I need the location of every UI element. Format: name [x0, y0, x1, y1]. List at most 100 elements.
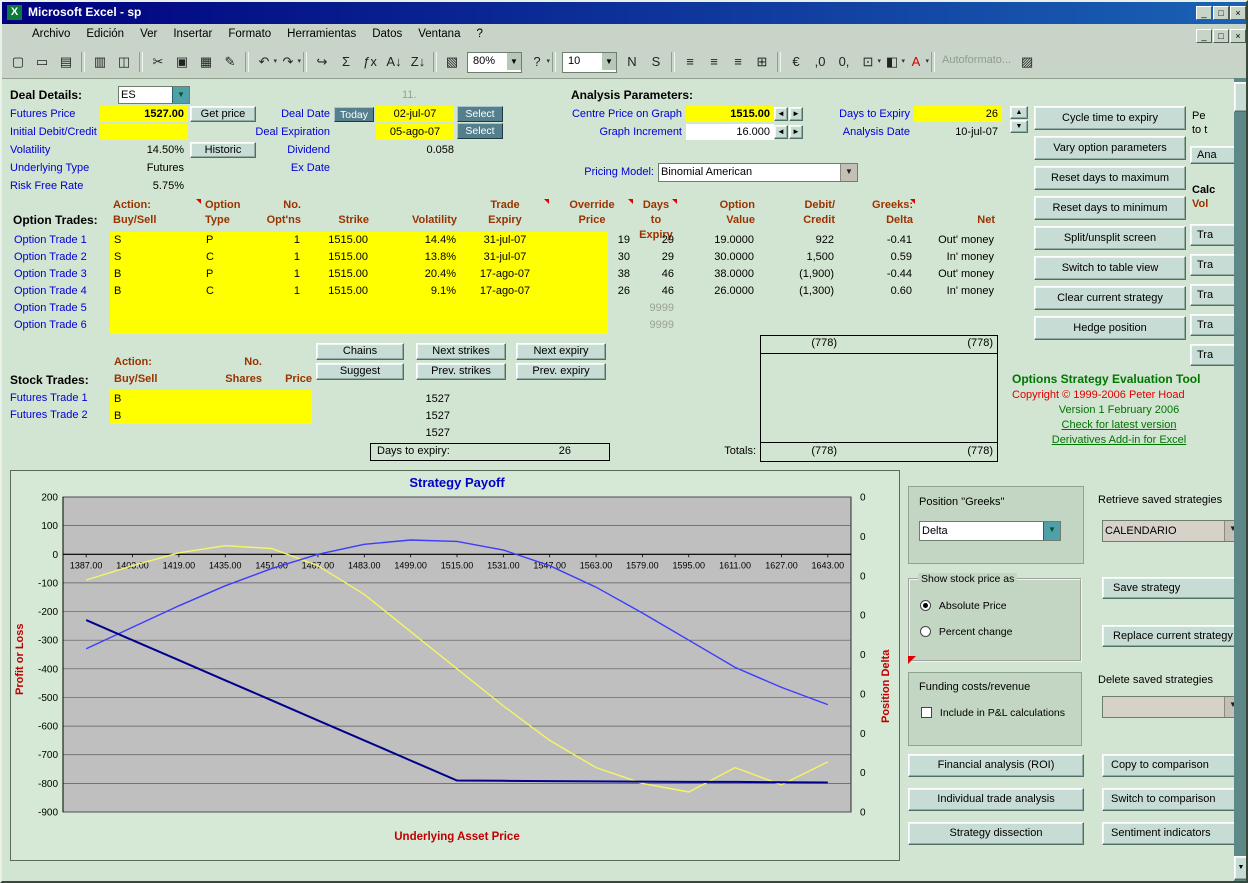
cell-action[interactable]: B	[110, 283, 202, 300]
chevron-down-icon[interactable]: ▼	[1224, 697, 1234, 717]
action-button-reset-days-to-minimum[interactable]: Reset days to minimum	[1034, 196, 1186, 220]
cell-num[interactable]: 1	[252, 249, 304, 266]
prev-expiry-button[interactable]: Prev. expiry	[516, 363, 606, 380]
increment-spin-left-icon[interactable]: ◄	[774, 125, 788, 139]
deal-detail-value[interactable]: 14.50%	[100, 142, 188, 158]
checkbox-icon[interactable]	[921, 707, 932, 718]
menu-item-herramientas[interactable]: Herramientas	[279, 24, 364, 44]
days-to-expiry-cell[interactable]: 26	[914, 106, 1002, 122]
sort-desc-icon[interactable]: Z↓	[407, 51, 429, 73]
function-icon[interactable]: ƒx	[359, 51, 381, 73]
cell-expiry[interactable]: 31-jul-07	[460, 249, 550, 266]
edge-trade-button-5[interactable]: Tra	[1190, 344, 1234, 366]
workbook-restore-button[interactable]: □	[1213, 29, 1229, 43]
action-button-cycle-time-to-expiry[interactable]: Cycle time to expiry	[1034, 106, 1186, 130]
cell-type[interactable]: C	[202, 283, 252, 300]
autoformat-button[interactable]: Autoformato...	[942, 54, 1011, 66]
menu-item-archivo[interactable]: Archivo	[24, 24, 78, 44]
align-left-icon[interactable]: ≡	[679, 51, 701, 73]
cell-type[interactable]: P	[202, 266, 252, 283]
greeks-combo[interactable]: Delta ▼	[919, 521, 1061, 541]
cell-vol[interactable]: 9.1%	[372, 283, 460, 300]
cell-sp[interactable]	[550, 266, 608, 283]
cell-expiry[interactable]	[460, 317, 550, 334]
today-button[interactable]: Today	[334, 107, 374, 122]
centre-spin-left-icon[interactable]: ◄	[774, 107, 788, 121]
cell-strike[interactable]: 1515.00	[304, 283, 372, 300]
decrease-decimal-icon[interactable]: 0,	[833, 51, 855, 73]
cell-num[interactable]	[252, 317, 304, 334]
workbook-minimize-button[interactable]: _	[1196, 29, 1212, 43]
cell-sp[interactable]	[550, 317, 608, 334]
copy-icon[interactable]: ▣	[171, 51, 193, 73]
save-icon[interactable]: ▤	[55, 51, 77, 73]
cell-sp[interactable]	[550, 232, 608, 249]
cell-strike[interactable]: 1515.00	[304, 232, 372, 249]
menu-item-edicin[interactable]: Edición	[78, 24, 132, 44]
cut-icon[interactable]: ✂	[147, 51, 169, 73]
radio-absolute-price[interactable]: Absolute Price	[920, 600, 1007, 612]
cell-vol[interactable]: 14.4%	[372, 232, 460, 249]
next-expiry-button[interactable]: Next expiry	[516, 343, 606, 360]
menu-item-datos[interactable]: Datos	[364, 24, 410, 44]
suggest-button[interactable]: Suggest	[316, 363, 404, 380]
cell-strike[interactable]: 1515.00	[304, 249, 372, 266]
align-right-icon[interactable]: ≡	[727, 51, 749, 73]
funding-checkbox-row[interactable]: Include in P&L calculations	[921, 707, 1065, 719]
chains-button[interactable]: Chains	[316, 343, 404, 360]
deal-expiration-cell[interactable]: 05-ago-07	[376, 124, 454, 140]
undo-icon[interactable]: ↶▾	[253, 51, 275, 73]
scrollbar-thumb[interactable]	[1234, 82, 1248, 112]
print-icon[interactable]: ▥	[89, 51, 111, 73]
cell-action[interactable]: S	[110, 232, 202, 249]
comparison-button-copy-to-comparison[interactable]: Copy to comparison	[1102, 754, 1234, 777]
edge-trade-button-2[interactable]: Tra	[1190, 254, 1234, 276]
new-icon[interactable]: ▢	[7, 51, 29, 73]
menu-item-formato[interactable]: Formato	[220, 24, 279, 44]
underline-icon[interactable]: S	[645, 51, 667, 73]
select-expiration-button[interactable]: Select	[457, 123, 503, 139]
pricing-model-combo[interactable]: Binomial American ▼	[658, 163, 858, 182]
paste-icon[interactable]: ▦	[195, 51, 217, 73]
chevron-down-icon[interactable]: ▼	[1043, 522, 1060, 540]
deal-detail-value[interactable]	[100, 124, 188, 140]
cell-vol[interactable]	[372, 317, 460, 334]
analysis-button-individual-trade-analysis[interactable]: Individual trade analysis	[908, 788, 1084, 811]
chevron-down-icon[interactable]: ▼	[1224, 521, 1234, 541]
cell-expiry[interactable]: 17-ago-07	[460, 266, 550, 283]
radio-percent-change[interactable]: Percent change	[920, 626, 1012, 638]
centre-price-cell[interactable]: 1515.00	[686, 106, 774, 122]
select-deal-date-button[interactable]: Select	[457, 106, 503, 122]
cell-num[interactable]	[252, 300, 304, 317]
symbol-combo[interactable]: ES ▼	[118, 86, 190, 104]
next-strikes-button[interactable]: Next strikes	[416, 343, 506, 360]
menu-item-[interactable]: ?	[468, 24, 490, 44]
cell-sp[interactable]	[550, 300, 608, 317]
borders-icon[interactable]: ⊡▾	[857, 51, 879, 73]
deal-detail-value[interactable]: Futures	[100, 160, 188, 176]
radio-on-icon[interactable]	[920, 600, 931, 611]
bold-icon[interactable]: N	[621, 51, 643, 73]
comparison-button-sentiment-indicators[interactable]: Sentiment indicators	[1102, 822, 1234, 845]
cell-action[interactable]	[110, 317, 202, 334]
increase-decimal-icon[interactable]: ,0	[809, 51, 831, 73]
menu-item-ventana[interactable]: Ventana	[410, 24, 468, 44]
action-button-split-unsplit-screen[interactable]: Split/unsplit screen	[1034, 226, 1186, 250]
scroll-down-icon[interactable]: ▼	[1234, 856, 1248, 880]
action-button-vary-option-parameters[interactable]: Vary option parameters	[1034, 136, 1186, 160]
chevron-down-icon[interactable]: ▼	[507, 53, 521, 70]
analysis-button-financial-analysis-roi-[interactable]: Financial analysis (ROI)	[908, 754, 1084, 777]
action-button-switch-to-table-view[interactable]: Switch to table view	[1034, 256, 1186, 280]
cell-action[interactable]: S	[110, 249, 202, 266]
gallery-icon[interactable]: ▨	[1016, 51, 1038, 73]
cell-vol[interactable]: 13.8%	[372, 249, 460, 266]
graph-increment-cell[interactable]: 16.000	[686, 124, 774, 140]
save-strategy-button[interactable]: Save strategy	[1102, 577, 1234, 599]
workbook-close-button[interactable]: ×	[1230, 29, 1246, 43]
chevron-down-icon[interactable]: ▼	[602, 53, 616, 70]
cell-strike[interactable]	[304, 317, 372, 334]
hyperlink-icon[interactable]: ↪	[311, 51, 333, 73]
cell-expiry[interactable]: 17-ago-07	[460, 283, 550, 300]
cell-vol[interactable]: 20.4%	[372, 266, 460, 283]
cell-num[interactable]: 1	[252, 283, 304, 300]
